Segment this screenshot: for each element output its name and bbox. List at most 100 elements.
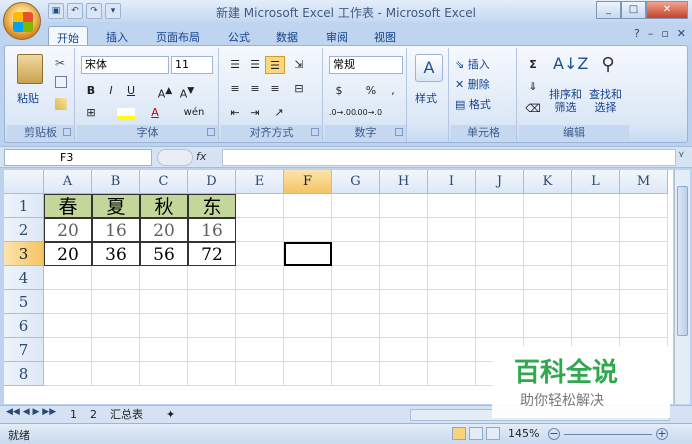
align-left-icon[interactable]: ≡ bbox=[225, 80, 245, 98]
cell-B1[interactable]: 夏 bbox=[92, 194, 140, 218]
column-header-J[interactable]: J bbox=[476, 170, 524, 194]
cell-H5[interactable] bbox=[380, 290, 428, 314]
cell-M1[interactable] bbox=[620, 194, 668, 218]
cell-G4[interactable] bbox=[332, 266, 380, 290]
cell-C1[interactable]: 秋 bbox=[140, 194, 188, 218]
cell-M6[interactable] bbox=[620, 314, 668, 338]
insert-cells-button[interactable]: ⇘ 插入 bbox=[455, 56, 490, 72]
row-header-2[interactable]: 2 bbox=[4, 218, 44, 242]
cell-G1[interactable] bbox=[332, 194, 380, 218]
tab-formulas[interactable]: 公式 bbox=[220, 26, 258, 46]
cell-B3[interactable]: 36 bbox=[92, 242, 140, 266]
cell-D7[interactable] bbox=[188, 338, 236, 362]
scroll-thumb[interactable] bbox=[677, 186, 688, 336]
delete-cells-button[interactable]: ✕ 删除 bbox=[455, 76, 490, 92]
cell-F2[interactable] bbox=[284, 218, 332, 242]
cell-E6[interactable] bbox=[236, 314, 284, 338]
cell-B5[interactable] bbox=[92, 290, 140, 314]
cell-M5[interactable] bbox=[620, 290, 668, 314]
column-header-L[interactable]: L bbox=[572, 170, 620, 194]
ribbon-restore-icon[interactable]: ▫ bbox=[661, 27, 668, 40]
cell-H4[interactable] bbox=[380, 266, 428, 290]
cell-J4[interactable] bbox=[476, 266, 524, 290]
clear-icon[interactable]: ⌫ bbox=[523, 100, 543, 118]
underline-button[interactable]: U bbox=[121, 82, 141, 100]
cell-E5[interactable] bbox=[236, 290, 284, 314]
column-header-D[interactable]: D bbox=[188, 170, 236, 194]
column-header-E[interactable]: E bbox=[236, 170, 284, 194]
sort-filter-icon[interactable]: A↓Z bbox=[553, 54, 588, 80]
cell-C2[interactable]: 20 bbox=[140, 218, 188, 242]
cell-J5[interactable] bbox=[476, 290, 524, 314]
cell-D6[interactable] bbox=[188, 314, 236, 338]
cell-H1[interactable] bbox=[380, 194, 428, 218]
column-header-H[interactable]: H bbox=[380, 170, 428, 194]
page-layout-view-icon[interactable] bbox=[469, 427, 483, 440]
insert-sheet-icon[interactable]: ✦ bbox=[162, 407, 179, 422]
copy-icon[interactable] bbox=[55, 76, 67, 88]
paste-icon[interactable] bbox=[17, 54, 43, 84]
cell-H7[interactable] bbox=[380, 338, 428, 362]
cell-L5[interactable] bbox=[572, 290, 620, 314]
cell-H3[interactable] bbox=[380, 242, 428, 266]
cell-F1[interactable] bbox=[284, 194, 332, 218]
shrink-font-button[interactable]: A▼ bbox=[177, 82, 197, 101]
cell-K3[interactable] bbox=[524, 242, 572, 266]
column-header-K[interactable]: K bbox=[524, 170, 572, 194]
cell-C6[interactable] bbox=[140, 314, 188, 338]
cell-E7[interactable] bbox=[236, 338, 284, 362]
cell-A4[interactable] bbox=[44, 266, 92, 290]
decrease-indent-icon[interactable]: ⇤ bbox=[225, 104, 245, 122]
cell-F5[interactable] bbox=[284, 290, 332, 314]
alignment-launcher-icon[interactable] bbox=[311, 128, 319, 136]
zoom-in-icon[interactable]: + bbox=[656, 428, 668, 440]
cell-J3[interactable] bbox=[476, 242, 524, 266]
fill-color-icon[interactable] bbox=[117, 108, 135, 120]
cell-K6[interactable] bbox=[524, 314, 572, 338]
select-all-corner[interactable] bbox=[4, 170, 44, 194]
cell-B2[interactable]: 16 bbox=[92, 218, 140, 242]
cell-I8[interactable] bbox=[428, 362, 476, 386]
cell-E1[interactable] bbox=[236, 194, 284, 218]
tab-data[interactable]: 数据 bbox=[268, 26, 306, 46]
sheet-tab-2[interactable]: 2 bbox=[86, 407, 101, 422]
ribbon-minimize-icon[interactable]: – bbox=[648, 27, 654, 40]
tab-home[interactable]: 开始 bbox=[48, 26, 88, 46]
align-center-icon[interactable]: ≡ bbox=[245, 80, 265, 98]
cell-M4[interactable] bbox=[620, 266, 668, 290]
close-button[interactable]: ✕ bbox=[646, 1, 688, 19]
phonetic-icon[interactable]: wén bbox=[181, 104, 207, 122]
merge-center-icon[interactable]: ⊟ bbox=[289, 80, 309, 98]
cell-I1[interactable] bbox=[428, 194, 476, 218]
cell-B6[interactable] bbox=[92, 314, 140, 338]
binoculars-icon[interactable]: ⚲ bbox=[595, 54, 621, 80]
cell-D2[interactable]: 16 bbox=[188, 218, 236, 242]
comma-button[interactable]: , bbox=[383, 82, 403, 100]
cell-J6[interactable] bbox=[476, 314, 524, 338]
minimize-button[interactable]: _ bbox=[596, 1, 621, 19]
align-bottom-icon[interactable]: ☰ bbox=[265, 56, 285, 74]
cell-G6[interactable] bbox=[332, 314, 380, 338]
formula-input[interactable] bbox=[222, 149, 676, 166]
orientation-icon[interactable]: ↗ bbox=[269, 104, 289, 122]
column-header-I[interactable]: I bbox=[428, 170, 476, 194]
tab-insert[interactable]: 插入 bbox=[98, 26, 136, 46]
column-header-B[interactable]: B bbox=[92, 170, 140, 194]
cell-B7[interactable] bbox=[92, 338, 140, 362]
align-right-icon[interactable]: ≡ bbox=[265, 80, 285, 98]
cell-B8[interactable] bbox=[92, 362, 140, 386]
cell-K2[interactable] bbox=[524, 218, 572, 242]
help-icon[interactable]: ? bbox=[634, 27, 640, 40]
cell-B4[interactable] bbox=[92, 266, 140, 290]
tab-review[interactable]: 审阅 bbox=[318, 26, 356, 46]
styles-icon[interactable]: A bbox=[415, 54, 443, 82]
cell-I5[interactable] bbox=[428, 290, 476, 314]
cell-I7[interactable] bbox=[428, 338, 476, 362]
cell-D8[interactable] bbox=[188, 362, 236, 386]
office-button[interactable] bbox=[3, 2, 41, 40]
clipboard-launcher-icon[interactable] bbox=[63, 128, 71, 136]
cell-H2[interactable] bbox=[380, 218, 428, 242]
cell-D5[interactable] bbox=[188, 290, 236, 314]
cell-D3[interactable]: 72 bbox=[188, 242, 236, 266]
column-header-M[interactable]: M bbox=[620, 170, 668, 194]
